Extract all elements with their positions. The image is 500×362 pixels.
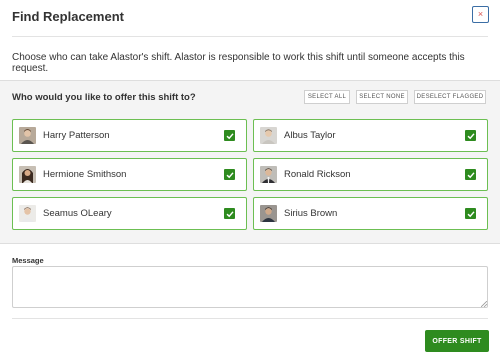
avatar xyxy=(19,127,36,144)
person-name: Harry Patterson xyxy=(43,130,110,141)
close-icon: × xyxy=(477,9,484,19)
person-card-ronald-rickson[interactable]: Ronald Rickson xyxy=(253,158,488,191)
checkbox-checked-icon[interactable] xyxy=(224,130,235,141)
person-name: Seamus OLeary xyxy=(43,208,112,219)
person-name: Albus Taylor xyxy=(284,130,336,141)
person-card-albus-taylor[interactable]: Albus Taylor xyxy=(253,119,488,152)
person-name: Ronald Rickson xyxy=(284,169,351,180)
person-card-harry-patterson[interactable]: Harry Patterson xyxy=(12,119,247,152)
person-name: Sirius Brown xyxy=(284,208,338,219)
person-card-hermione-smithson[interactable]: Hermione Smithson xyxy=(12,158,247,191)
close-button[interactable]: × xyxy=(472,6,489,23)
person-name: Hermione Smithson xyxy=(43,169,127,180)
avatar xyxy=(19,205,36,222)
checkbox-checked-icon[interactable] xyxy=(465,130,476,141)
dialog-header: Find Replacement × xyxy=(0,0,500,36)
avatar xyxy=(19,166,36,183)
checkbox-checked-icon[interactable] xyxy=(465,208,476,219)
select-all-button[interactable]: SELECT ALL xyxy=(304,90,350,104)
message-input[interactable] xyxy=(12,266,488,308)
dialog-description: Choose who can take Alastor's shift. Ala… xyxy=(12,52,465,74)
header-divider xyxy=(12,36,488,37)
checkbox-checked-icon[interactable] xyxy=(224,169,235,180)
dialog-title: Find Replacement xyxy=(12,9,124,24)
footer-divider xyxy=(12,318,488,319)
avatar xyxy=(260,166,277,183)
checkbox-checked-icon[interactable] xyxy=(224,208,235,219)
message-label: Message xyxy=(12,256,44,265)
offer-question: Who would you like to offer this shift t… xyxy=(12,92,196,103)
avatar xyxy=(260,205,277,222)
select-none-button[interactable]: SELECT NONE xyxy=(356,90,408,104)
deselect-flagged-button[interactable]: DESELECT FLAGGED xyxy=(414,90,486,104)
person-card-seamus-oleary[interactable]: Seamus OLeary xyxy=(12,197,247,230)
checkbox-checked-icon[interactable] xyxy=(465,169,476,180)
avatar xyxy=(260,127,277,144)
person-card-sirius-brown[interactable]: Sirius Brown xyxy=(253,197,488,230)
resize-handle-icon[interactable] xyxy=(481,301,487,307)
offer-shift-button[interactable]: OFFER SHIFT xyxy=(425,330,489,352)
